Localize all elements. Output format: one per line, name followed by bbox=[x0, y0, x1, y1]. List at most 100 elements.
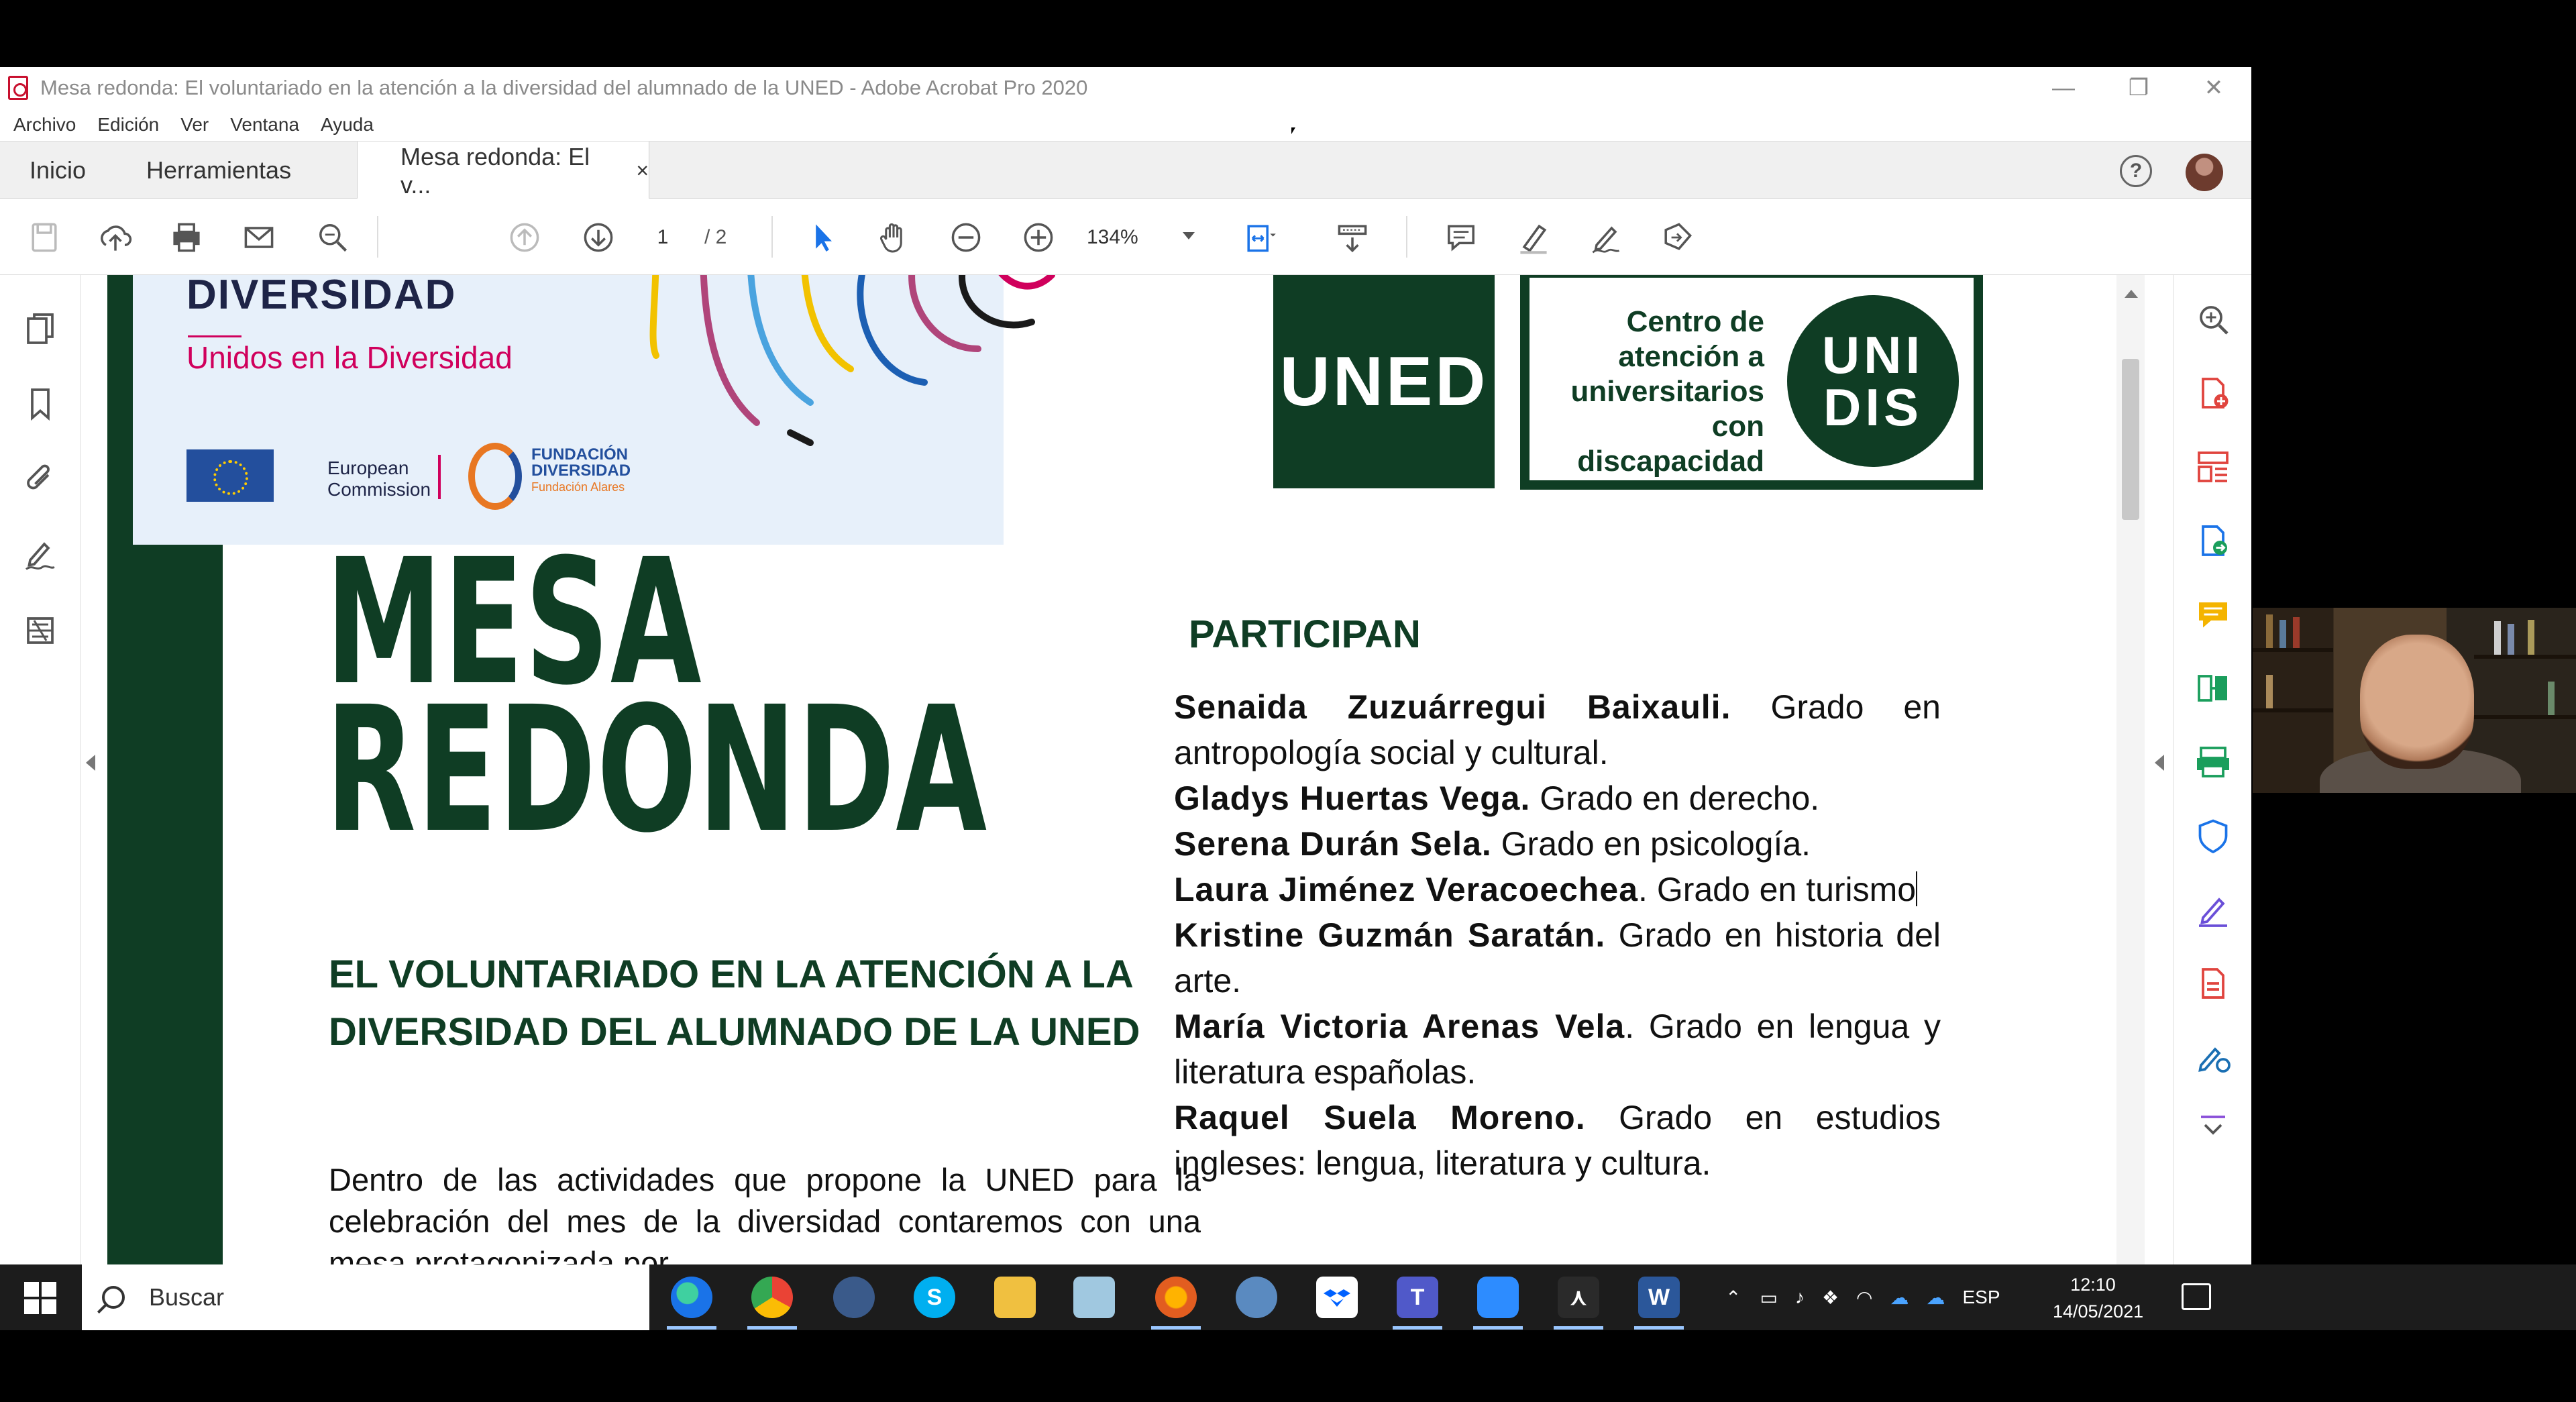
person-head bbox=[2360, 635, 2474, 769]
save-icon[interactable] bbox=[24, 217, 64, 258]
menu-edicion[interactable]: Edición bbox=[97, 114, 159, 136]
skype-icon[interactable]: S bbox=[914, 1277, 955, 1318]
sign-icon[interactable] bbox=[1586, 217, 1626, 258]
highlight-pen-icon[interactable] bbox=[1513, 217, 1554, 258]
menu-ver[interactable]: Ver bbox=[180, 114, 209, 136]
scrollbar-thumb[interactable] bbox=[2122, 359, 2139, 520]
page-thumbnails-icon[interactable] bbox=[20, 309, 60, 349]
menu-ventana[interactable]: Ventana bbox=[230, 114, 299, 136]
restore-button[interactable]: ❐ bbox=[2101, 67, 2176, 109]
paint-icon[interactable] bbox=[833, 1277, 875, 1318]
chrome-icon[interactable] bbox=[751, 1277, 793, 1318]
zoom-search-icon[interactable] bbox=[313, 217, 353, 258]
compare-files-icon[interactable] bbox=[2193, 668, 2233, 708]
taskbar-clock[interactable]: 12:10 14/05/2021 bbox=[2053, 1271, 2143, 1325]
next-page-icon[interactable] bbox=[578, 217, 619, 258]
tab-inicio[interactable]: Inicio bbox=[30, 142, 86, 199]
word-icon[interactable]: W bbox=[1638, 1277, 1680, 1318]
teams-icon[interactable]: T bbox=[1397, 1277, 1438, 1318]
input-language[interactable]: ESP bbox=[1962, 1287, 2000, 1308]
wifi-icon[interactable]: ◠ bbox=[1856, 1287, 1872, 1309]
attachment-icon[interactable] bbox=[20, 459, 60, 499]
windows-start-icon[interactable] bbox=[24, 1282, 56, 1314]
export-pdf-icon[interactable] bbox=[2193, 521, 2233, 561]
zoom-level-select[interactable]: 134% bbox=[1087, 223, 1138, 252]
share-tag-icon[interactable] bbox=[1657, 217, 1697, 258]
tray-chevron-up-icon[interactable]: ⌃ bbox=[1725, 1287, 1741, 1309]
menu-archivo[interactable]: Archivo bbox=[13, 114, 76, 136]
create-pdf-icon[interactable] bbox=[2193, 373, 2233, 413]
file-explorer-icon[interactable] bbox=[994, 1277, 1036, 1318]
battery-icon[interactable]: ▭ bbox=[1760, 1287, 1777, 1309]
bookmark-icon[interactable] bbox=[20, 384, 60, 424]
windows-taskbar: Buscar S T ⋏ W ⌃ ▭ ♪ ❖ ◠ ☁ ☁ ESP 12:10 1… bbox=[0, 1264, 2576, 1330]
tab-bar: Inicio Herramientas Mesa redonda: El v..… bbox=[0, 141, 2251, 200]
uned-logo: UNED bbox=[1273, 275, 1495, 488]
avatar[interactable] bbox=[2186, 154, 2223, 191]
participant-item: Laura Jiménez Veracoechea. Grado en turi… bbox=[1174, 867, 1941, 912]
page-number-input[interactable]: 1 bbox=[648, 223, 678, 252]
scroll-mode-icon[interactable] bbox=[1332, 217, 1373, 258]
firefox-icon[interactable] bbox=[1155, 1277, 1197, 1318]
zoom-in-icon[interactable] bbox=[1018, 217, 1059, 258]
signature-icon[interactable] bbox=[20, 534, 60, 574]
zoom-magnifier-icon[interactable] bbox=[2193, 299, 2233, 339]
chevron-down-icon[interactable] bbox=[1183, 232, 1195, 239]
more-tools-chevron-icon[interactable] bbox=[2193, 1103, 2233, 1143]
zoom-out-icon[interactable] bbox=[946, 217, 986, 258]
acrobat-taskbar-icon[interactable]: ⋏ bbox=[1558, 1277, 1599, 1318]
dropbox-tray-icon[interactable]: ❖ bbox=[1822, 1287, 1839, 1309]
email-icon[interactable] bbox=[239, 217, 279, 258]
close-button[interactable]: ✕ bbox=[2176, 67, 2251, 109]
participants-list: Senaida Zuzuárregui Baixauli. Grado en a… bbox=[1174, 684, 1941, 1186]
european-commission-logo bbox=[186, 449, 274, 502]
notes-app-icon[interactable] bbox=[1073, 1277, 1115, 1318]
onedrive-business-icon[interactable]: ☁ bbox=[1926, 1287, 1945, 1309]
collapse-left-panel-icon[interactable] bbox=[86, 755, 95, 771]
text-caret bbox=[1916, 871, 1918, 906]
select-cursor-icon[interactable] bbox=[802, 217, 843, 258]
left-nav-rail bbox=[0, 275, 80, 1330]
fundacion-diversidad-logo bbox=[468, 443, 522, 510]
participant-detail: . Grado en turismo bbox=[1638, 871, 1917, 908]
request-signature-icon[interactable] bbox=[2193, 1037, 2233, 1077]
menu-ayuda[interactable]: Ayuda bbox=[321, 114, 374, 136]
edit-pdf-icon[interactable] bbox=[2193, 963, 2233, 1004]
compare-layers-icon[interactable] bbox=[20, 610, 60, 651]
volume-icon[interactable]: ♪ bbox=[1795, 1287, 1805, 1308]
comment-icon[interactable] bbox=[1441, 217, 1481, 258]
participant-name: Gladys Huertas Vega. bbox=[1174, 779, 1531, 817]
minimize-button[interactable]: — bbox=[2026, 67, 2101, 109]
comment-tool-icon[interactable] bbox=[2193, 594, 2233, 635]
prev-page-icon[interactable] bbox=[504, 217, 545, 258]
fit-page-icon[interactable] bbox=[1240, 217, 1280, 258]
tab-document[interactable]: Mesa redonda: El v... × bbox=[357, 142, 649, 200]
collapse-right-panel-icon[interactable] bbox=[2155, 755, 2164, 771]
upload-cloud-icon[interactable] bbox=[95, 217, 136, 258]
hand-tool-icon[interactable] bbox=[873, 217, 914, 258]
taskbar-search-box[interactable]: Buscar bbox=[82, 1264, 649, 1330]
edge-icon[interactable] bbox=[671, 1277, 712, 1318]
tab-document-label: Mesa redonda: El v... bbox=[400, 142, 590, 199]
page-title-line-2: REDONDA bbox=[325, 669, 988, 871]
dropbox-icon[interactable] bbox=[1316, 1277, 1358, 1318]
event-subtitle: EL VOLUNTARIADO EN LA ATENCIÓN A LA DIVE… bbox=[329, 953, 1140, 1054]
unidis-circle-line-2: DIS bbox=[1823, 378, 1923, 437]
tab-close-button[interactable]: × bbox=[636, 158, 649, 183]
organize-pages-icon[interactable] bbox=[2193, 447, 2233, 487]
onedrive-icon[interactable]: ☁ bbox=[1890, 1287, 1909, 1309]
protect-shield-icon[interactable] bbox=[2193, 816, 2233, 856]
print-icon[interactable] bbox=[166, 217, 207, 258]
unidis-logo: Centro de atención a universitarios con … bbox=[1520, 275, 1983, 490]
tab-herramientas[interactable]: Herramientas bbox=[146, 142, 291, 199]
participant-name: Laura Jiménez Veracoechea bbox=[1174, 871, 1639, 908]
zoom-icon[interactable] bbox=[1477, 1277, 1519, 1318]
help-icon[interactable]: ? bbox=[2120, 155, 2152, 187]
participant-name: Serena Durán Sela. bbox=[1174, 825, 1492, 863]
fill-sign-icon[interactable] bbox=[2193, 889, 2233, 930]
notification-center-icon[interactable] bbox=[2182, 1283, 2211, 1310]
scan-ocr-icon[interactable] bbox=[2193, 742, 2233, 782]
thunderbird-icon[interactable] bbox=[1236, 1277, 1277, 1318]
participan-heading: PARTICIPAN bbox=[1189, 612, 1421, 656]
scroll-up-arrow-icon[interactable] bbox=[2125, 290, 2138, 298]
